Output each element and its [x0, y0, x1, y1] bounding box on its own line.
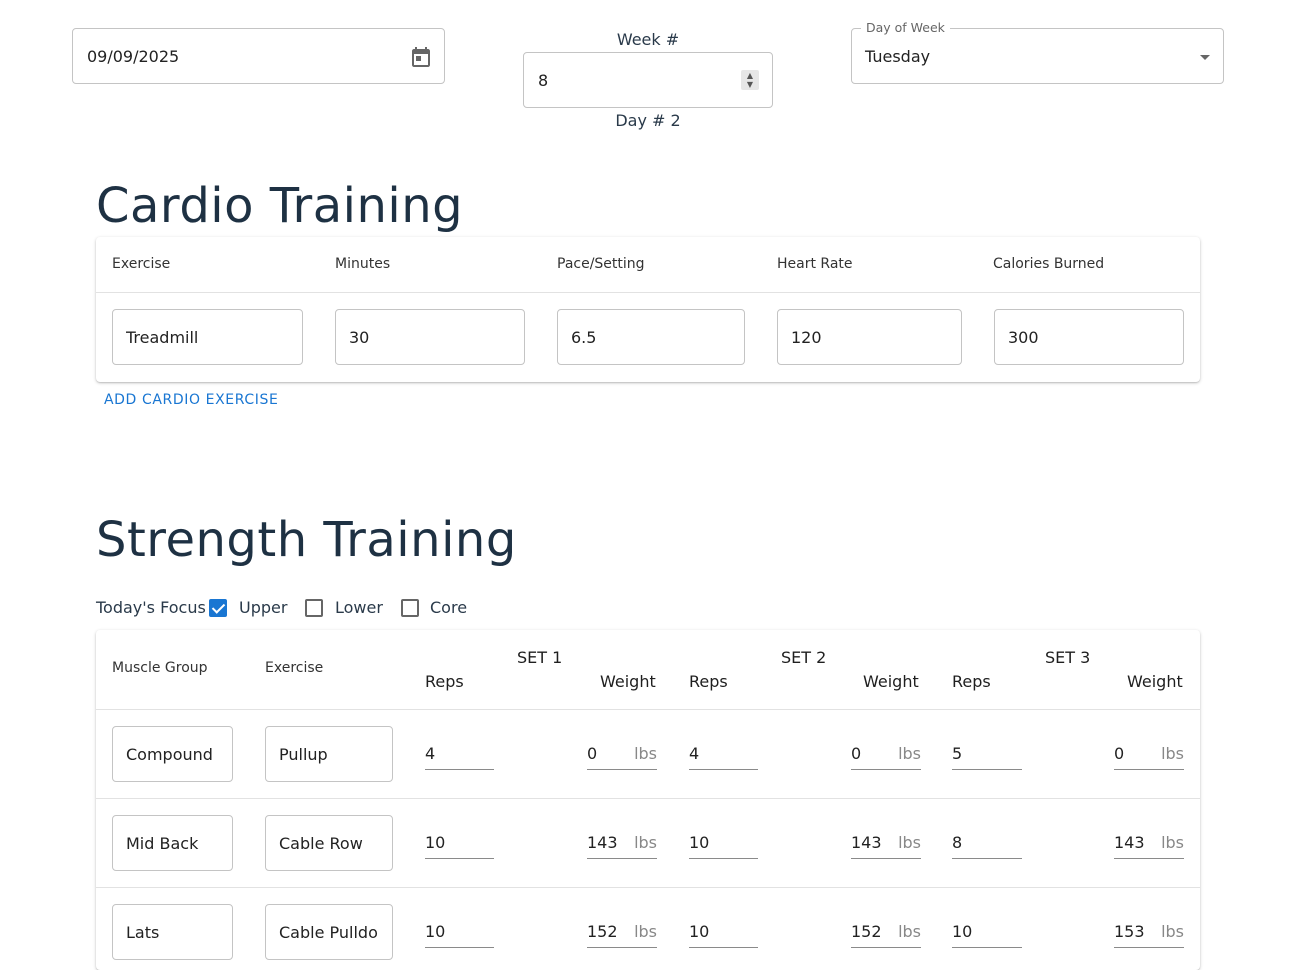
- focus-label: Today's Focus: [96, 598, 206, 617]
- reps-input[interactable]: 4: [425, 738, 494, 770]
- weight-input[interactable]: 153 lbs: [1114, 916, 1184, 948]
- add-cardio-exercise-button[interactable]: ADD CARDIO EXERCISE: [104, 392, 278, 408]
- exercise-input[interactable]: Cable Pulldo: [265, 904, 393, 960]
- day-of-week-value[interactable]: Tuesday: [865, 47, 930, 66]
- muscle-group-input[interactable]: Mid Back: [112, 815, 233, 871]
- weight-input[interactable]: 152 lbs: [851, 916, 921, 948]
- reps-input[interactable]: 10: [689, 916, 758, 948]
- muscle-group-value[interactable]: Mid Back: [126, 834, 228, 853]
- day-number-label: Day # 2: [615, 111, 681, 130]
- set3-reps-header: Reps: [952, 672, 991, 691]
- calendar-icon[interactable]: [409, 45, 433, 69]
- focus-upper-checkbox[interactable]: [209, 599, 227, 617]
- set2-reps-header: Reps: [689, 672, 728, 691]
- cardio-exercise-value[interactable]: Treadmill: [126, 328, 298, 347]
- cardio-col-minutes: Minutes: [335, 256, 391, 272]
- weight-input[interactable]: 143 lbs: [587, 827, 657, 859]
- reps-input[interactable]: 10: [952, 916, 1022, 948]
- set2-header: SET 2: [781, 648, 827, 667]
- weight-input[interactable]: 0 lbs: [851, 738, 921, 770]
- focus-lower-label[interactable]: Lower: [335, 598, 383, 617]
- weight-input[interactable]: 0 lbs: [1114, 738, 1184, 770]
- date-value[interactable]: 09/09/2025: [87, 47, 179, 66]
- set3-weight-header: Weight: [1127, 672, 1183, 691]
- set3-header: SET 3: [1045, 648, 1091, 667]
- divider: [96, 292, 1200, 293]
- exercise-value[interactable]: Pullup: [279, 745, 388, 764]
- spin-up-icon[interactable]: ▲: [747, 71, 753, 80]
- reps-input[interactable]: 10: [425, 827, 494, 859]
- cardio-table: Exercise Minutes Pace/Setting Heart Rate…: [96, 237, 1200, 382]
- strength-col-muscle: Muscle Group: [112, 660, 208, 676]
- cardio-col-heart-rate: Heart Rate: [777, 256, 853, 272]
- week-number-input[interactable]: 8 ▲ ▼: [523, 52, 773, 108]
- reps-input[interactable]: 8: [952, 827, 1022, 859]
- weight-input[interactable]: 143 lbs: [1114, 827, 1184, 859]
- exercise-input[interactable]: Cable Row: [265, 815, 393, 871]
- day-of-week-select[interactable]: Day of Week Tuesday: [851, 20, 1224, 84]
- cardio-title: Cardio Training: [96, 178, 464, 234]
- set2-weight-header: Weight: [863, 672, 919, 691]
- date-field[interactable]: 09/09/2025: [72, 28, 445, 84]
- weight-input[interactable]: 0 lbs: [587, 738, 657, 770]
- cardio-col-exercise: Exercise: [112, 256, 171, 272]
- reps-input[interactable]: 10: [689, 827, 758, 859]
- strength-table: Muscle Group Exercise SET 1 Reps Weight …: [96, 630, 1200, 970]
- week-label: Week #: [616, 30, 680, 49]
- focus-core-checkbox[interactable]: [401, 599, 419, 617]
- number-spinner-icon[interactable]: ▲ ▼: [741, 70, 759, 90]
- set1-reps-header: Reps: [425, 672, 464, 691]
- exercise-value[interactable]: Cable Pulldo: [279, 923, 388, 942]
- muscle-group-input[interactable]: Lats: [112, 904, 233, 960]
- focus-core-label[interactable]: Core: [430, 598, 467, 617]
- day-of-week-legend: Day of Week: [861, 20, 950, 35]
- exercise-value[interactable]: Cable Row: [279, 834, 388, 853]
- divider: [96, 887, 1200, 888]
- focus-upper-label[interactable]: Upper: [239, 598, 287, 617]
- divider: [96, 798, 1200, 799]
- cardio-pace-input[interactable]: 6.5: [557, 309, 745, 365]
- exercise-input[interactable]: Pullup: [265, 726, 393, 782]
- dropdown-arrow-icon[interactable]: [1200, 55, 1210, 60]
- set1-header: SET 1: [517, 648, 563, 667]
- muscle-group-input[interactable]: Compound: [112, 726, 233, 782]
- spin-down-icon[interactable]: ▼: [747, 80, 753, 89]
- divider: [96, 709, 1200, 710]
- cardio-minutes-value[interactable]: 30: [349, 328, 520, 347]
- muscle-group-value[interactable]: Lats: [126, 923, 228, 942]
- cardio-col-pace: Pace/Setting: [557, 256, 645, 272]
- cardio-calories-value[interactable]: 300: [1008, 328, 1179, 347]
- cardio-col-calories: Calories Burned: [993, 256, 1105, 272]
- strength-col-exercise: Exercise: [265, 660, 324, 676]
- cardio-pace-value[interactable]: 6.5: [571, 328, 740, 347]
- cardio-minutes-input[interactable]: 30: [335, 309, 525, 365]
- cardio-calories-input[interactable]: 300: [994, 309, 1184, 365]
- reps-input[interactable]: 4: [689, 738, 758, 770]
- weight-input[interactable]: 152 lbs: [587, 916, 657, 948]
- muscle-group-value[interactable]: Compound: [126, 745, 228, 764]
- cardio-heart-rate-input[interactable]: 120: [777, 309, 962, 365]
- focus-lower-checkbox[interactable]: [305, 599, 323, 617]
- week-value[interactable]: 8: [538, 71, 548, 90]
- reps-input[interactable]: 10: [425, 916, 494, 948]
- strength-title: Strength Training: [96, 512, 517, 568]
- cardio-exercise-input[interactable]: Treadmill: [112, 309, 303, 365]
- reps-input[interactable]: 5: [952, 738, 1022, 770]
- cardio-heart-rate-value[interactable]: 120: [791, 328, 957, 347]
- set1-weight-header: Weight: [600, 672, 656, 691]
- weight-input[interactable]: 143 lbs: [851, 827, 921, 859]
